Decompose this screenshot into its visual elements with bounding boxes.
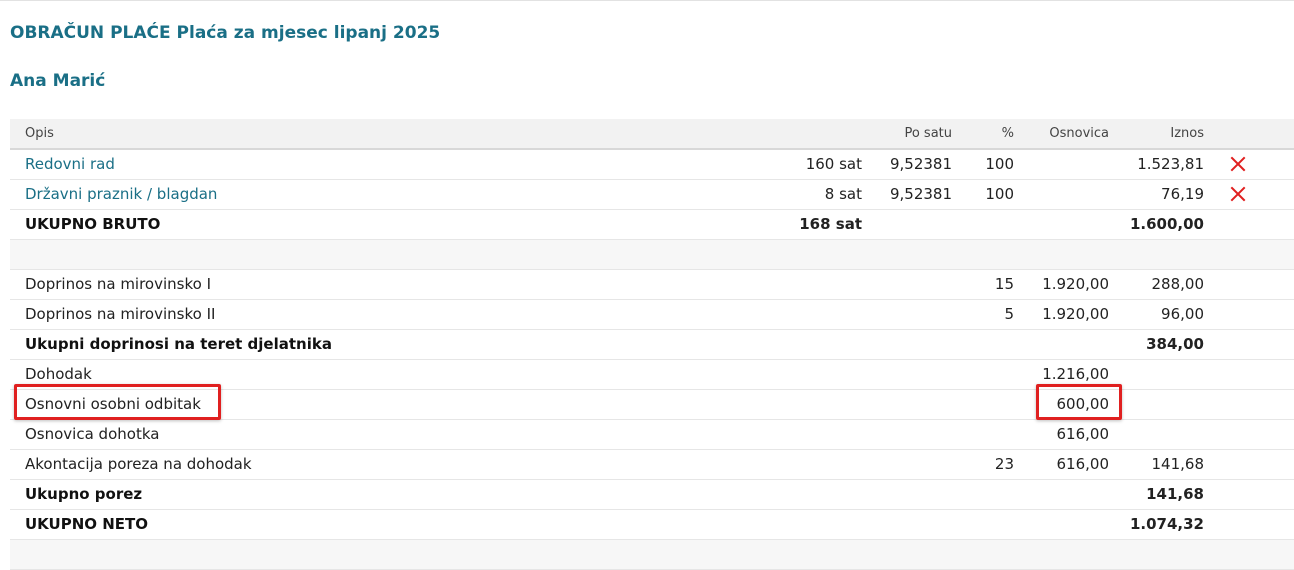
table-header: Opis Po satu % Osnovica Iznos (10, 119, 1294, 150)
table-row: Akontacija poreza na dohodak 23 616,00 1… (10, 450, 1294, 480)
table-row-spacer (10, 240, 1294, 270)
employee-name: Ana Marić (10, 71, 106, 91)
top-divider (0, 0, 1294, 1)
row-pct: 5 (1004, 305, 1014, 323)
payroll-table: Opis Po satu % Osnovica Iznos Redovni ra… (10, 119, 1294, 570)
row-desc: UKUPNO BRUTO (25, 215, 161, 233)
row-pct: 23 (994, 455, 1014, 473)
table-row: Redovni rad 160 sat 9,52381 100 1.523,81 (10, 150, 1294, 180)
row-desc: Ukupno porez (25, 485, 143, 503)
delete-x-icon[interactable] (1230, 156, 1246, 172)
header-amount: Iznos (1170, 126, 1204, 141)
highlight-box-base (1036, 384, 1122, 420)
header-rate: Po satu (904, 126, 952, 141)
table-row-total-net: UKUPNO NETO 1.074,32 (10, 510, 1294, 540)
table-row-total-contributions: Ukupni doprinosi na teret djelatnika 384… (10, 330, 1294, 360)
row-qty: 168 sat (799, 215, 862, 233)
row-amount: 96,00 (1161, 305, 1204, 323)
table-row: Doprinos na mirovinsko II 5 1.920,00 96,… (10, 300, 1294, 330)
header-base: Osnovica (1049, 126, 1109, 141)
row-base: 616,00 (1056, 425, 1110, 443)
row-amount: 141,68 (1151, 455, 1205, 473)
row-amount: 1.600,00 (1129, 215, 1204, 233)
row-pct: 100 (985, 185, 1014, 203)
header-pct: % (1001, 126, 1014, 141)
row-amount: 141,68 (1146, 485, 1204, 503)
row-pct: 15 (994, 275, 1014, 293)
delete-x-icon[interactable] (1230, 186, 1246, 202)
table-row: Doprinos na mirovinsko I 15 1.920,00 288… (10, 270, 1294, 300)
row-desc: UKUPNO NETO (25, 515, 149, 533)
row-qty: 8 sat (824, 185, 862, 203)
row-desc: Akontacija poreza na dohodak (25, 455, 252, 473)
header-desc: Opis (25, 126, 54, 141)
row-desc: Osnovica dohotka (25, 425, 160, 443)
table-row: Državni praznik / blagdan 8 sat 9,52381 … (10, 180, 1294, 210)
row-desc: Doprinos na mirovinsko II (25, 305, 216, 323)
row-amount: 288,00 (1151, 275, 1205, 293)
table-row-total-tax: Ukupno porez 141,68 (10, 480, 1294, 510)
row-rate: 9,52381 (889, 155, 952, 173)
row-amount: 76,19 (1161, 185, 1204, 203)
row-desc-link[interactable]: Redovni rad (25, 150, 115, 179)
row-desc: Doprinos na mirovinsko I (25, 275, 211, 293)
row-base: 616,00 (1056, 455, 1110, 473)
table-row-total-gross: UKUPNO BRUTO 168 sat 1.600,00 (10, 210, 1294, 240)
row-pct: 100 (985, 155, 1014, 173)
row-desc: Ukupni doprinosi na teret djelatnika (25, 335, 332, 353)
highlight-box-desc (14, 384, 221, 420)
row-desc-link[interactable]: Državni praznik / blagdan (25, 180, 217, 209)
table-row: Osnovica dohotka 616,00 (10, 420, 1294, 450)
row-rate: 9,52381 (889, 185, 952, 203)
row-amount: 1.074,32 (1129, 515, 1204, 533)
table-row-spacer (10, 540, 1294, 570)
row-base: 1.920,00 (1042, 305, 1109, 323)
row-amount: 384,00 (1146, 335, 1204, 353)
row-amount: 1.523,81 (1137, 155, 1204, 173)
page-title: OBRAČUN PLAĆE Plaća za mjesec lipanj 202… (10, 23, 441, 43)
row-qty: 160 sat (805, 155, 862, 173)
row-base: 1.920,00 (1042, 275, 1109, 293)
